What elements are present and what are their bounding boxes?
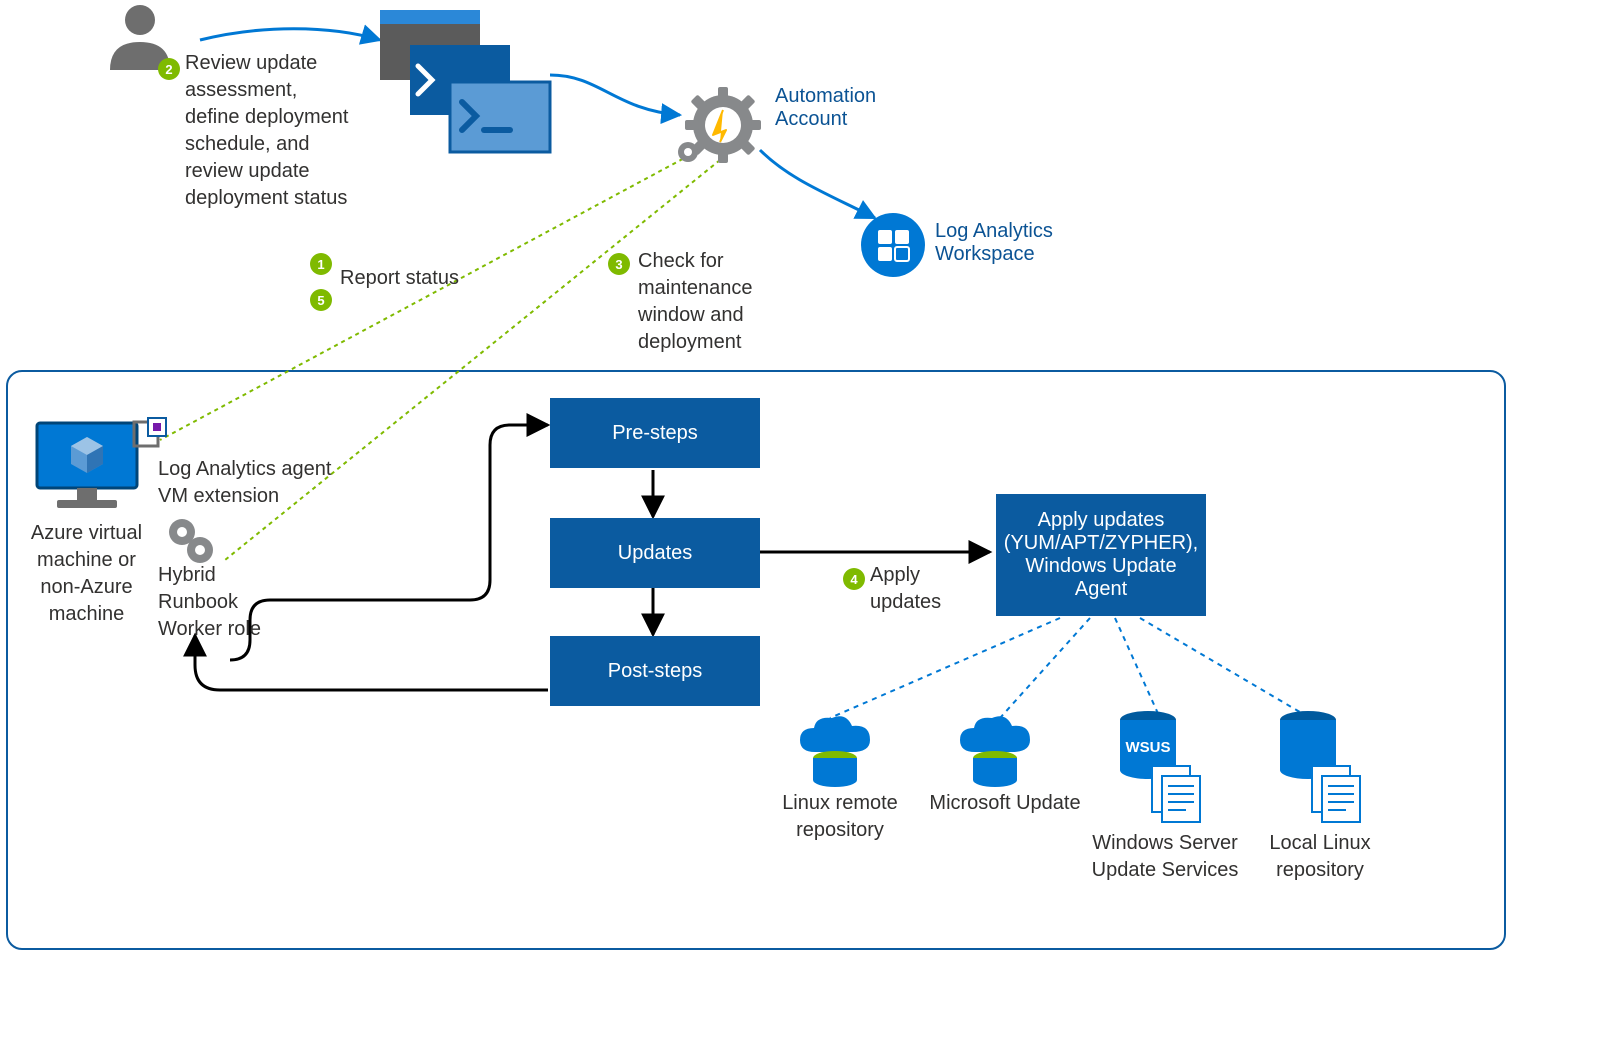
local-linux-label: Local Linux repository [1255, 830, 1385, 884]
log-analytics-workspace-icon [858, 210, 928, 280]
portal-icons [380, 10, 560, 170]
la-agent-icon [130, 418, 170, 458]
linux-remote-label: Linux remote repository [770, 790, 910, 844]
local-linux-icon [1268, 708, 1378, 828]
log-analytics-workspace-label: Log Analytics Workspace [935, 220, 1095, 266]
step-badge-3: 3 [608, 253, 630, 275]
apply-updates-box: Apply updates (YUM/APT/ZYPHER), Windows … [996, 494, 1206, 616]
step-badge-2: 2 [158, 58, 180, 80]
vm-label: Azure virtual machine or non-Azure machi… [24, 520, 149, 628]
wsus-icon: WSUS [1108, 708, 1218, 828]
automation-account-label: Automation Account [775, 85, 905, 131]
step3-label: Check for maintenance window and deploym… [638, 248, 778, 356]
hybrid-worker-label: Hybrid Runbook Worker role [158, 562, 278, 643]
step2-label: Review update assessment, define deploym… [185, 50, 355, 212]
updates-box: Updates [550, 518, 760, 588]
step-badge-5: 5 [310, 289, 332, 311]
svg-text:WSUS: WSUS [1126, 739, 1171, 756]
report-status-label: Report status [340, 265, 459, 292]
la-agent-label: Log Analytics agent VM extension [158, 456, 358, 510]
step-badge-1: 1 [310, 253, 332, 275]
step-badge-4: 4 [843, 568, 865, 590]
step4-label: Apply updates [870, 562, 950, 616]
automation-account-icon [668, 80, 768, 180]
ms-update-label: Microsoft Update [920, 790, 1090, 817]
vm-icon [32, 418, 142, 518]
wsus-label: Windows Server Update Services [1080, 830, 1250, 884]
pre-steps-box: Pre-steps [550, 398, 760, 468]
cloud-db-icon-1 [790, 712, 880, 792]
cloud-db-icon-2 [950, 712, 1040, 792]
post-steps-box: Post-steps [550, 636, 760, 706]
diagram-canvas: 2 Review update assessment, define deplo… [0, 0, 1613, 1056]
